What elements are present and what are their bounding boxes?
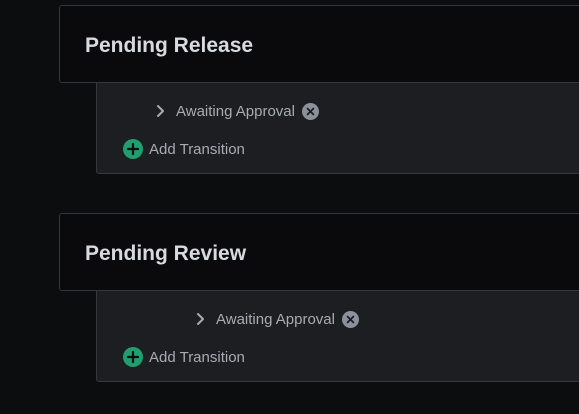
plus-circle-icon — [123, 139, 143, 159]
add-transition-button[interactable]: Add Transition — [123, 138, 245, 160]
close-circle-icon[interactable] — [341, 310, 359, 328]
transition-item[interactable]: Awaiting Approval — [194, 309, 359, 329]
state-header-pending-release[interactable]: Pending Release — [59, 5, 579, 83]
transitions-panel-pending-review: Awaiting Approval Add Transition — [96, 291, 579, 382]
state-title: Pending Release — [85, 34, 254, 57]
add-transition-button[interactable]: Add Transition — [123, 346, 245, 368]
close-circle-icon[interactable] — [301, 102, 319, 120]
plus-circle-icon — [123, 347, 143, 367]
chevron-right-icon[interactable] — [154, 104, 168, 118]
chevron-right-icon[interactable] — [194, 312, 208, 326]
transition-label: Awaiting Approval — [216, 310, 335, 328]
state-title: Pending Review — [85, 242, 247, 265]
workflow-states-canvas: Pending Release Awaiting Approval Add Tr… — [0, 0, 579, 414]
add-transition-label: Add Transition — [149, 348, 245, 366]
transition-label: Awaiting Approval — [176, 102, 295, 120]
transitions-panel-pending-release: Awaiting Approval Add Transition — [96, 83, 579, 174]
state-header-pending-review[interactable]: Pending Review — [59, 213, 579, 291]
transition-item[interactable]: Awaiting Approval — [154, 101, 319, 121]
add-transition-label: Add Transition — [149, 140, 245, 158]
